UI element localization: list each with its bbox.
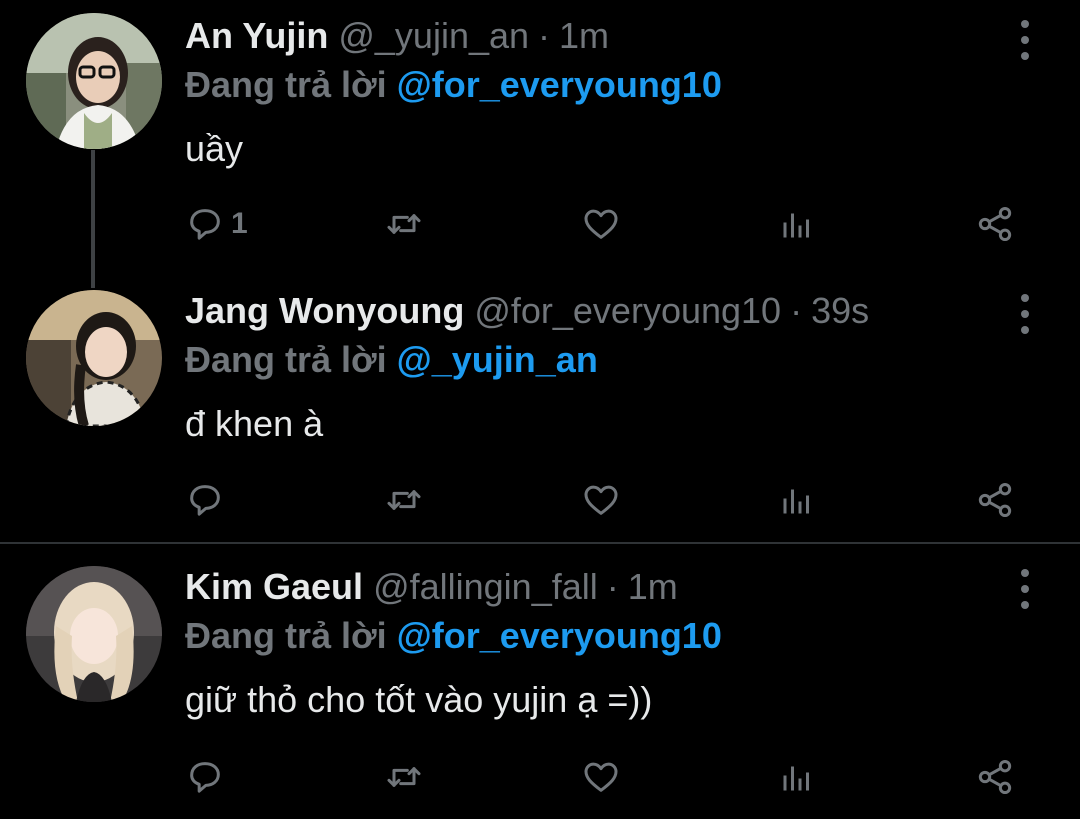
views-button[interactable] (779, 200, 815, 248)
share-button[interactable] (975, 476, 1015, 524)
replying-prefix: Đang trả lời (185, 339, 387, 380)
replying-prefix: Đang trả lời (185, 64, 387, 105)
share-icon (978, 760, 1012, 794)
more-options-button[interactable] (1010, 20, 1040, 60)
thread-connector (91, 150, 95, 288)
share-icon (978, 207, 1012, 241)
replying-to: Đang trả lời @for_everyoung10 (185, 615, 722, 657)
replying-to: Đang trả lời @for_everyoung10 (185, 64, 722, 106)
tweet-text: đ khen à (185, 403, 324, 444)
reply-icon (190, 762, 220, 793)
timestamp[interactable]: 39s (811, 290, 869, 332)
user-handle[interactable]: @for_everyoung10 (474, 290, 781, 332)
action-bar (185, 476, 1025, 524)
display-name[interactable]: An Yujin (185, 15, 328, 57)
more-icon (1021, 569, 1029, 577)
replying-prefix: Đang trả lời (185, 615, 387, 656)
views-icon (783, 766, 809, 791)
like-button[interactable] (581, 200, 621, 248)
views-icon (783, 213, 809, 238)
tweet-header: Jang Wonyoung @for_everyoung10 · 39s (185, 290, 869, 338)
action-bar: 1 (185, 200, 1025, 248)
tweet-header: Kim Gaeul @fallingin_fall · 1m (185, 566, 678, 614)
retweet-button[interactable] (383, 476, 425, 524)
reply-button[interactable] (185, 476, 231, 524)
retweet-button[interactable] (383, 753, 425, 801)
action-bar (185, 753, 1025, 801)
more-options-button[interactable] (1010, 569, 1040, 609)
reply-count: 1 (231, 207, 248, 240)
retweet-icon (387, 490, 421, 510)
views-button[interactable] (779, 753, 815, 801)
replying-to: Đang trả lời @_yujin_an (185, 339, 598, 381)
mention-link[interactable]: @for_everyoung10 (397, 64, 722, 105)
retweet-icon (387, 767, 421, 787)
retweet-button[interactable] (383, 200, 425, 248)
user-handle[interactable]: @fallingin_fall (373, 566, 598, 608)
timestamp[interactable]: 1m (628, 566, 678, 608)
like-button[interactable] (581, 753, 621, 801)
user-handle[interactable]: @_yujin_an (338, 15, 529, 57)
like-button[interactable] (581, 476, 621, 524)
mention-link[interactable]: @for_everyoung10 (397, 615, 722, 656)
share-icon (978, 483, 1012, 517)
avatar[interactable] (26, 13, 162, 149)
avatar[interactable] (26, 566, 162, 702)
separator-dot: · (606, 566, 619, 607)
more-icon (1021, 294, 1029, 302)
more-icon (1021, 20, 1029, 28)
retweet-icon (387, 214, 421, 234)
mention-link[interactable]: @_yujin_an (397, 339, 598, 380)
reply-button[interactable]: 1 (185, 200, 248, 248)
share-button[interactable] (975, 753, 1015, 801)
reply-icon (190, 485, 220, 516)
tweet-header: An Yujin @_yujin_an · 1m (185, 15, 609, 63)
share-button[interactable] (975, 200, 1015, 248)
separator-dot: · (790, 290, 803, 331)
views-button[interactable] (779, 476, 815, 524)
like-icon (584, 485, 618, 515)
reply-icon (190, 209, 220, 240)
display-name[interactable]: Jang Wonyoung (185, 290, 464, 332)
like-icon (584, 762, 618, 792)
separator-dot: · (538, 15, 551, 56)
avatar[interactable] (26, 290, 162, 426)
reply-button[interactable] (185, 753, 231, 801)
tweet-divider (0, 542, 1080, 544)
display-name[interactable]: Kim Gaeul (185, 566, 363, 608)
tweet-text: uầy (185, 128, 244, 169)
views-icon (783, 489, 809, 514)
timestamp[interactable]: 1m (559, 15, 609, 57)
tweet-text: giữ thỏ cho tốt vào yujin ạ =)) (185, 679, 653, 720)
like-icon (584, 209, 618, 239)
more-options-button[interactable] (1010, 294, 1040, 334)
